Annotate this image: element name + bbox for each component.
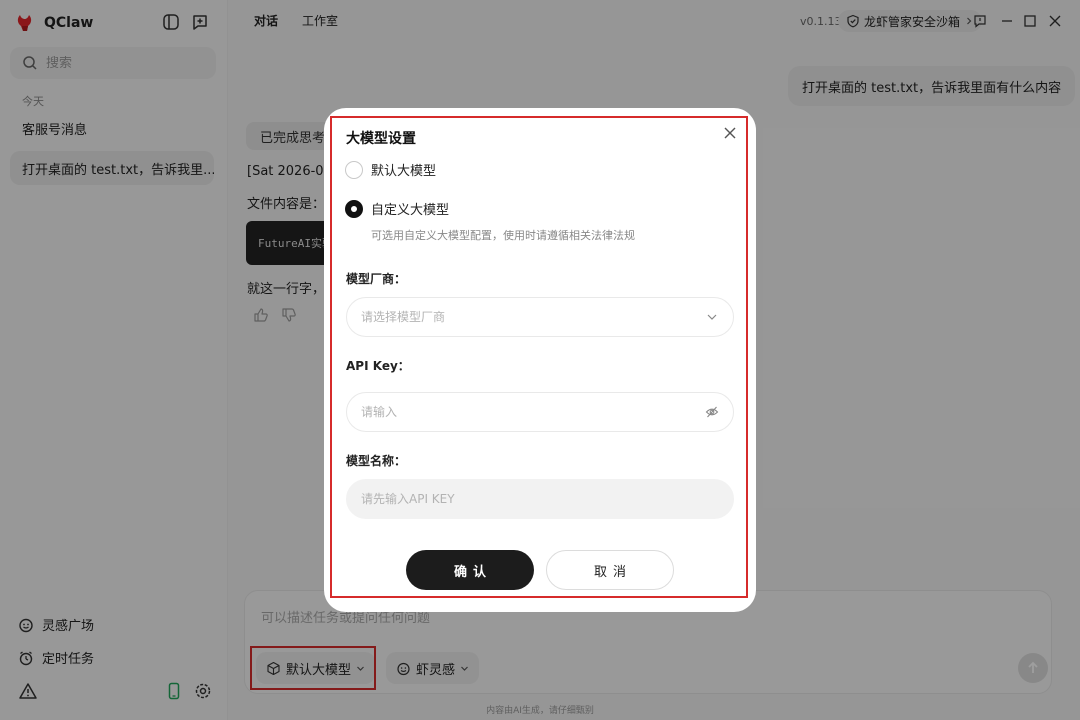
apikey-field[interactable] [346, 392, 734, 432]
dialog-title: 大模型设置 [346, 131, 416, 147]
vendor-label: 模型厂商： [346, 272, 407, 286]
confirm-button[interactable]: 确认 [406, 550, 534, 590]
eye-off-icon[interactable] [705, 405, 719, 419]
apikey-label: API Key： [346, 359, 410, 373]
cancel-button[interactable]: 取消 [546, 550, 674, 590]
radio-label: 自定义大模型 [371, 203, 450, 218]
model-name-label: 模型名称： [346, 454, 407, 468]
apikey-input[interactable] [361, 405, 705, 419]
close-icon[interactable] [722, 125, 738, 141]
vendor-select[interactable] [346, 297, 734, 337]
chevron-down-icon [707, 314, 717, 320]
model-name-field [346, 479, 734, 519]
radio-button[interactable] [345, 160, 363, 179]
radio-label: 默认大模型 [371, 164, 437, 179]
model-name-input [361, 492, 719, 506]
radio-default-model[interactable]: 默认大模型 [345, 160, 436, 179]
vendor-select-input[interactable] [361, 310, 705, 324]
radio-custom-model[interactable]: 自定义大模型 [345, 199, 449, 218]
custom-model-hint: 可选用自定义大模型配置，使用时请遵循相关法律法规 [371, 229, 635, 242]
radio-button-checked[interactable] [345, 199, 363, 218]
